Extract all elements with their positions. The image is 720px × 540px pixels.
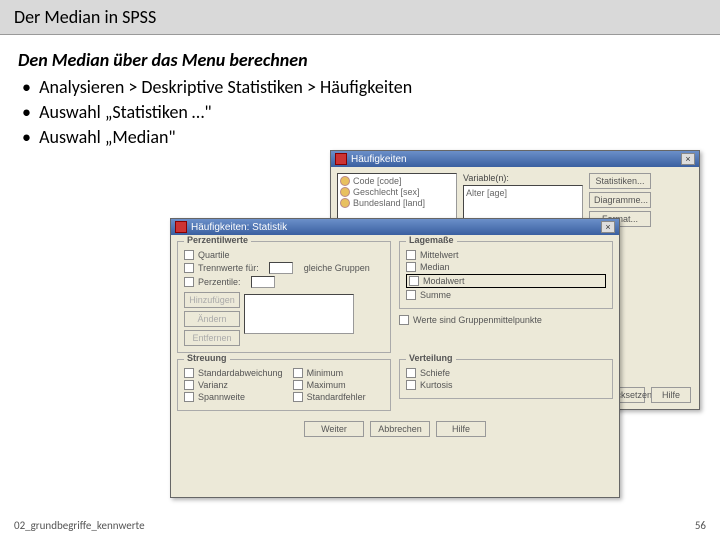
bullet-1: Analysieren > Deskriptive Statistiken > …	[39, 76, 412, 98]
chk-median[interactable]: Median	[406, 262, 606, 272]
chk-gruppenmittelpunkte[interactable]: Werte sind Gruppenmittelpunkte	[399, 315, 613, 325]
legend-perzentile: Perzentilwerte	[184, 235, 251, 245]
bullet-2: Auswahl „Statistiken …"	[39, 101, 211, 123]
bullet-list: • Analysieren > Deskriptive Statistiken …	[18, 75, 702, 151]
page-number: 56	[695, 519, 706, 532]
chk-varianz[interactable]: Varianz	[184, 380, 283, 390]
legend-verteilung: Verteilung	[406, 353, 456, 363]
legend-streuung: Streuung	[184, 353, 230, 363]
chk-kurtosis[interactable]: Kurtosis	[406, 380, 606, 390]
chk-perzentile[interactable]: Perzentile:	[184, 276, 384, 288]
chk-spannweite[interactable]: Spannweite	[184, 392, 283, 402]
var-item: Geschlecht [sex]	[353, 187, 420, 197]
chk-max[interactable]: Maximum	[293, 380, 366, 390]
abbrechen-button[interactable]: Abbrechen	[370, 421, 430, 437]
bullet-3: Auswahl „Median"	[39, 126, 176, 148]
diagramme-button[interactable]: Diagramme...	[589, 192, 651, 208]
var-item: Alter [age]	[466, 188, 507, 198]
dialog2-title: Häufigkeiten: Statistik	[191, 222, 287, 233]
group-lagemasse: Lagemaße Mittelwert Median Modalwert Sum…	[399, 241, 613, 309]
chk-mittelwert[interactable]: Mittelwert	[406, 250, 606, 260]
dialog-statistik: Häufigkeiten: Statistik × Perzentilwerte…	[170, 218, 620, 498]
chk-min[interactable]: Minimum	[293, 368, 366, 378]
slide-content: Den Median über das Menu berechnen • Ana…	[0, 35, 720, 151]
slide-title: Der Median in SPSS	[0, 0, 720, 35]
close-icon[interactable]: ×	[681, 153, 695, 165]
dialog2-titlebar[interactable]: Häufigkeiten: Statistik ×	[171, 219, 619, 235]
dialog1-titlebar[interactable]: Häufigkeiten ×	[331, 151, 699, 167]
chk-std[interactable]: Standardabweichung	[184, 368, 283, 378]
hilfe-button[interactable]: Hilfe	[436, 421, 486, 437]
entfernen-button[interactable]: Entfernen	[184, 330, 240, 346]
slide-footer: 02_grundbegriffe_kennwerte 56	[14, 519, 706, 532]
perzentile-input[interactable]	[251, 276, 275, 288]
var-item: Code [code]	[353, 176, 402, 186]
chk-quartile[interactable]: Quartile	[184, 250, 384, 260]
chk-stderr[interactable]: Standardfehler	[293, 392, 366, 402]
dialog1-title: Häufigkeiten	[351, 154, 407, 165]
trennwerte-input[interactable]	[269, 262, 293, 274]
hinzufuegen-button[interactable]: Hinzufügen	[184, 292, 240, 308]
group-verteilung: Verteilung Schiefe Kurtosis	[399, 359, 613, 399]
statistiken-button[interactable]: Statistiken...	[589, 173, 651, 189]
chk-summe[interactable]: Summe	[406, 290, 606, 300]
chk-trennwerte[interactable]: Trennwerte für: gleiche Gruppen	[184, 262, 384, 274]
chk-modalwert[interactable]: Modalwert	[406, 274, 606, 288]
app-icon	[335, 153, 347, 165]
weiter-button[interactable]: Weiter	[304, 421, 364, 437]
close-icon[interactable]: ×	[601, 221, 615, 233]
slide-heading: Den Median über das Menu berechnen	[18, 49, 702, 71]
app-icon	[175, 221, 187, 233]
chk-schiefe[interactable]: Schiefe	[406, 368, 606, 378]
perzentile-listbox[interactable]	[244, 294, 354, 334]
footer-left: 02_grundbegriffe_kennwerte	[14, 519, 145, 532]
group-streuung: Streuung Standardabweichung Varianz Span…	[177, 359, 391, 411]
help-button[interactable]: Hilfe	[651, 387, 691, 403]
target-label: Variable(n):	[463, 173, 583, 183]
group-perzentilwerte: Perzentilwerte Quartile Trennwerte für: …	[177, 241, 391, 353]
var-item: Bundesland [land]	[353, 198, 425, 208]
legend-lage: Lagemaße	[406, 235, 457, 245]
aendern-button[interactable]: Ändern	[184, 311, 240, 327]
